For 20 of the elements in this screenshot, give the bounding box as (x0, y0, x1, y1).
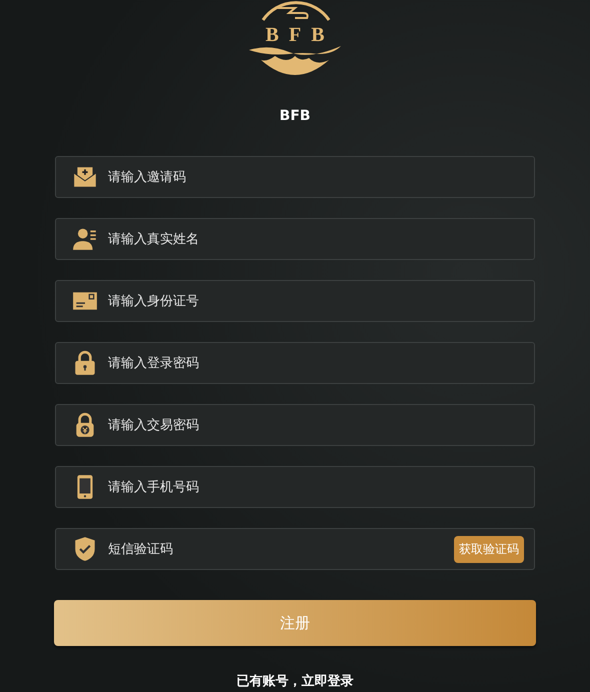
text-input[interactable]: 请输入登录密码 (108, 351, 524, 375)
text-input[interactable]: 请输入手机号码 (108, 475, 524, 499)
text-input[interactable]: 短信验证码 (108, 537, 444, 561)
text-input[interactable]: 请输入身份证号 (108, 289, 524, 313)
input-field[interactable]: 短信验证码 获取验证码 (55, 528, 535, 570)
input-field[interactable]: 请输入邀请码 (55, 156, 535, 198)
user-icon (72, 226, 98, 252)
logo-text: BFB (264, 24, 336, 47)
input-field[interactable]: 请输入真实姓名 (55, 218, 535, 260)
input-field[interactable]: 请输入身份证号 (55, 280, 535, 322)
input-field[interactable]: 请输入交易密码 (55, 404, 535, 446)
text-input[interactable]: 请输入真实姓名 (108, 227, 524, 251)
input-field[interactable]: 请输入登录密码 (55, 342, 535, 384)
login-link[interactable]: 已有账号，立即登录 (236, 672, 354, 690)
app-name: BFB (280, 108, 310, 124)
text-input[interactable]: 请输入交易密码 (108, 413, 524, 437)
text-input[interactable]: 请输入邀请码 (108, 165, 524, 189)
get-code-button[interactable]: 获取验证码 (454, 536, 524, 562)
input-field[interactable]: 请输入手机号码 (55, 466, 535, 508)
register-button[interactable]: 注册 (54, 600, 536, 646)
